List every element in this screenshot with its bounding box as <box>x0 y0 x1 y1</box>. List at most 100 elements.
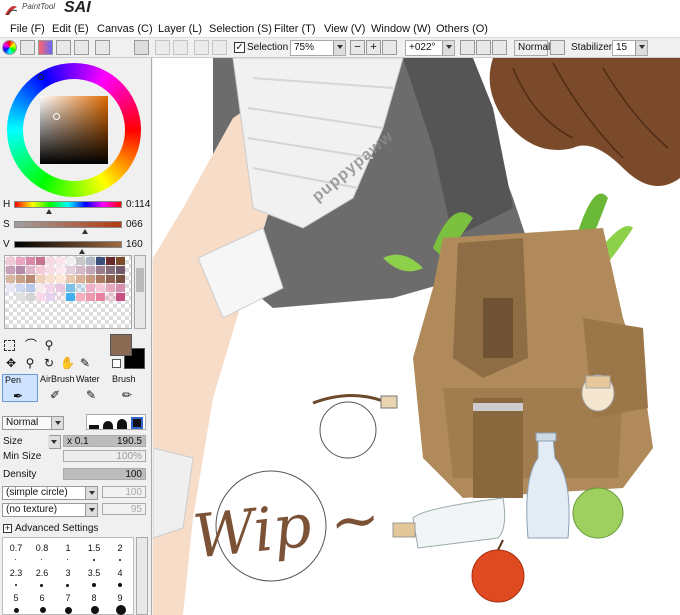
preset-size[interactable]: 5 <box>3 593 29 603</box>
color-swatch[interactable] <box>66 284 75 292</box>
preset-size[interactable]: 1 <box>55 543 81 553</box>
advanced-settings-toggle-icon[interactable]: + <box>3 524 12 533</box>
color-swatch[interactable] <box>96 293 105 301</box>
color-swatch[interactable] <box>56 284 65 292</box>
color-swatch[interactable] <box>46 275 55 283</box>
preset-size[interactable]: 2.6 <box>29 568 55 578</box>
undo-icon[interactable] <box>155 40 170 55</box>
color-swatch[interactable] <box>116 293 125 301</box>
color-wheel-toggle-icon[interactable] <box>2 40 17 55</box>
color-swatch[interactable] <box>66 293 75 301</box>
tool-pen[interactable]: Pen ✒ <box>2 374 38 403</box>
preset-size[interactable]: 3.5 <box>81 568 107 578</box>
color-swatch[interactable] <box>106 293 115 301</box>
color-swatch[interactable] <box>16 257 25 265</box>
tool-water[interactable]: Water ✎ <box>74 374 110 402</box>
preset-size[interactable]: 8 <box>81 593 107 603</box>
texture-strength-slider[interactable]: 95 <box>102 503 146 515</box>
color-swatch[interactable] <box>46 293 55 301</box>
hand-tool-icon[interactable]: ✋ <box>60 356 75 370</box>
saturation-value-square[interactable] <box>40 96 108 164</box>
color-swatch[interactable] <box>16 266 25 274</box>
color-swatch[interactable] <box>76 266 85 274</box>
rgb-slider-toggle-icon[interactable] <box>20 40 35 55</box>
menu-window[interactable]: Window (W) <box>371 23 431 35</box>
color-swatch[interactable] <box>86 257 95 265</box>
color-wheel[interactable] <box>7 63 141 197</box>
color-swatch[interactable] <box>106 275 115 283</box>
scratchpad-toggle-icon[interactable] <box>74 40 89 55</box>
color-swatch[interactable] <box>36 284 45 292</box>
color-swatch[interactable] <box>36 293 45 301</box>
rotate-right-icon[interactable] <box>476 40 491 55</box>
color-swatch[interactable] <box>26 257 35 265</box>
size-slider[interactable]: x 0.1 190.5 <box>63 435 146 447</box>
zoom-select[interactable]: 75% <box>290 40 346 56</box>
zoom-out-icon[interactable]: − <box>350 40 365 55</box>
preset-size[interactable]: 2.3 <box>3 568 29 578</box>
redo-icon[interactable] <box>173 40 188 55</box>
color-swatch[interactable] <box>76 284 85 292</box>
preset-size[interactable]: 6 <box>29 593 55 603</box>
rotate-left-icon[interactable] <box>460 40 475 55</box>
user-color-toggle-icon[interactable] <box>95 40 110 55</box>
color-swatch[interactable] <box>46 266 55 274</box>
blend-mode-field[interactable]: Normal <box>514 40 550 56</box>
color-swatch[interactable] <box>46 257 55 265</box>
hue-slider[interactable] <box>14 201 122 208</box>
color-swatch[interactable] <box>6 257 15 265</box>
color-swatch[interactable] <box>66 275 75 283</box>
color-swatch[interactable] <box>16 293 25 301</box>
menu-edit[interactable]: Edit (E) <box>52 23 89 35</box>
rotation-field[interactable]: +022° <box>405 40 455 56</box>
rotate-reset-icon[interactable] <box>492 40 507 55</box>
menu-view[interactable]: View (V) <box>324 23 365 35</box>
color-swatch[interactable] <box>6 284 15 292</box>
transparent-color-box[interactable] <box>112 359 121 368</box>
color-swatch[interactable] <box>36 257 45 265</box>
selection-checkbox[interactable]: ✓ <box>234 42 245 53</box>
move-icon[interactable]: ✥ <box>4 356 18 370</box>
color-swatch[interactable] <box>36 275 45 283</box>
color-swatch[interactable] <box>26 275 35 283</box>
swatch-scrollbar[interactable] <box>134 255 146 329</box>
advanced-settings-label[interactable]: Advanced Settings <box>15 523 98 534</box>
eyedropper-icon[interactable]: ✎ <box>78 356 92 370</box>
color-swatch[interactable] <box>26 293 35 301</box>
color-swatch[interactable] <box>76 293 85 301</box>
tool-airbrush[interactable]: AirBrush ✐ <box>38 374 75 402</box>
color-swatch[interactable] <box>66 266 75 274</box>
color-swatch[interactable] <box>6 293 15 301</box>
rotate-tool-icon[interactable]: ↻ <box>42 356 56 370</box>
panel-collapse-icon[interactable] <box>134 40 149 55</box>
preset-size[interactable]: 4 <box>107 568 133 578</box>
color-swatch[interactable] <box>86 293 95 301</box>
brush-mode-select[interactable]: Normal <box>2 416 64 430</box>
color-swatch[interactable] <box>56 275 65 283</box>
color-swatch[interactable] <box>116 257 125 265</box>
rect-select-icon[interactable] <box>4 340 15 351</box>
color-swatch[interactable] <box>76 257 85 265</box>
menu-canvas[interactable]: Canvas (C) <box>97 23 153 35</box>
value-slider[interactable] <box>14 241 122 248</box>
flip-canvas-icon[interactable] <box>550 40 565 55</box>
color-swatch[interactable] <box>86 284 95 292</box>
saturation-slider[interactable] <box>14 221 122 228</box>
color-swatch[interactable] <box>56 293 65 301</box>
zoom-tool-icon[interactable]: ⚲ <box>23 356 37 370</box>
lasso-select-icon[interactable]: ⌒ <box>24 338 38 352</box>
color-swatch[interactable] <box>76 275 85 283</box>
preset-size[interactable]: 2 <box>107 543 133 553</box>
color-swatch[interactable] <box>16 284 25 292</box>
drawing-canvas[interactable]: puppypaww Wip ~ <box>153 58 680 615</box>
shape-strength-slider[interactable]: 100 <box>102 486 146 498</box>
preset-size[interactable]: 0.8 <box>29 543 55 553</box>
hsv-slider-toggle-icon[interactable] <box>38 40 53 55</box>
preset-size[interactable]: 9 <box>107 593 133 603</box>
magic-wand-icon[interactable]: ⚲ <box>42 338 56 352</box>
brush-shape-select[interactable]: (simple circle) <box>2 486 98 500</box>
deselect-icon[interactable] <box>194 40 209 55</box>
color-swatch[interactable] <box>86 266 95 274</box>
color-swatch[interactable] <box>96 266 105 274</box>
preset-size[interactable]: 3 <box>55 568 81 578</box>
